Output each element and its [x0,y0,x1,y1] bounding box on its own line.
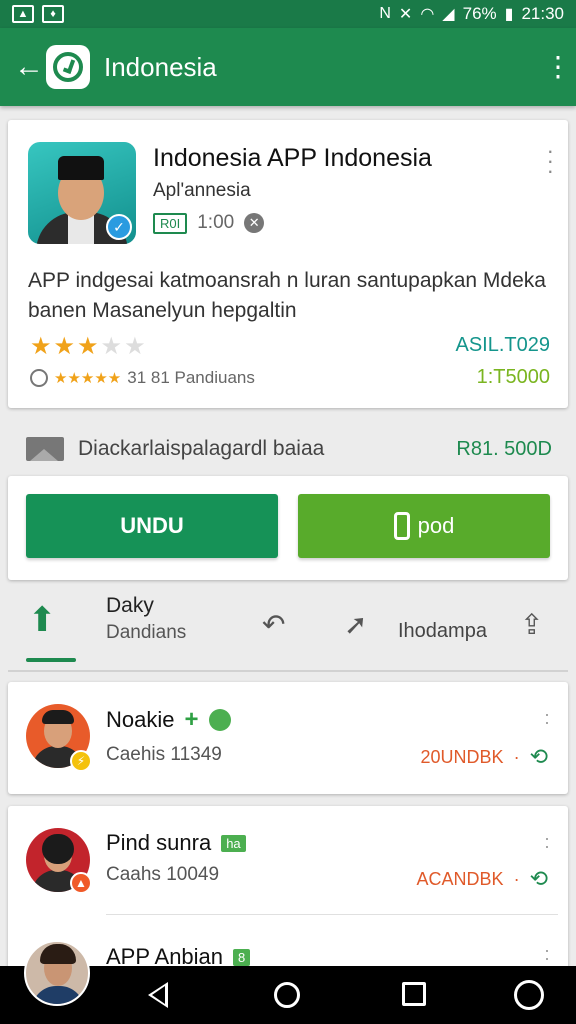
dot-separator-icon: · [513,746,520,767]
app-info-card: ✓ Indonesia APP Indonesia Apl'annesia R0… [8,120,568,408]
overflow-menu-icon[interactable]: ⋮ [544,53,572,81]
user-status[interactable]: ACANDBK · ⟲ [417,866,548,892]
app-name: Indonesia APP Indonesia [153,144,432,172]
clock: 21:30 [521,4,564,23]
nav-back-icon[interactable] [148,982,168,1008]
vpn-icon: ♦ [42,5,64,23]
user-name: Pind sunra [106,830,212,855]
user-status-text: 20UNDBK [420,746,504,767]
toolbar: ← Indonesia ⋮ [0,28,576,106]
avatar[interactable] [24,940,90,1006]
thumbs-up-icon[interactable]: ⬆ [28,600,57,640]
status-right: N ✕ ◠ ◢ 76% ▮ 21:30 [379,4,564,24]
status-bar: ▲ ♦ N ✕ ◠ ◢ 76% ▮ 21:30 [0,0,576,28]
user-card[interactable]: ▲ Pind sunra ha Caahs 10049 ACANDBK · ⟲ … [8,806,568,982]
active-tab-indicator [26,658,76,662]
image-icon: ▲ [12,5,34,23]
promo-price: R81. 500D [456,437,552,460]
toolbar-title: Indonesia [104,51,217,82]
badge-icon: ▲ [70,872,92,894]
refresh-icon[interactable]: ⟲ [530,866,548,892]
nav-home-icon[interactable] [274,982,300,1008]
undu-button[interactable]: UNDU [26,494,278,558]
verified-badge-icon: ✓ [106,214,132,240]
refresh-icon[interactable]: ⟲ [530,744,548,770]
app-description: APP indgesai katmoansrah n luran santupa… [28,269,546,322]
user-subtitle: Caahs 10049 [106,864,220,885]
user-status[interactable]: 20UNDBK · ⟲ [421,744,548,770]
content-rating-row: R0I 1:00 ✕ [153,212,265,234]
action-label-secondary[interactable]: Dandians [106,622,186,644]
battery-text: 76% [462,4,497,23]
battery-icon: ▮ [504,6,514,23]
status-left: ▲ ♦ [12,5,64,23]
badge-icon: ⚡ [70,750,92,772]
user-status-text: ACANDBK [416,868,504,889]
list-divider [106,914,558,915]
user-name-row: Pind sunra ha [106,830,246,856]
action-buttons-card: UNDU pod [8,476,568,580]
assistant-icon[interactable] [514,980,544,1010]
reviews-text: 31 81 Pandiuans [127,368,255,387]
app-size: 1:00 [197,212,235,233]
user-tag: ha [221,834,246,852]
nfc-icon: N [379,5,391,22]
clock-icon [30,369,48,387]
signal-icon: ◢ [442,6,455,23]
undo-icon[interactable]: ↶ [262,608,285,641]
user-subtitle: Caehis 11349 [106,744,222,765]
action-label-tertiary[interactable]: Ihodampa [398,620,487,643]
back-arrow-icon[interactable]: ← [14,50,44,84]
wifi-icon: ◠ [420,6,435,23]
app-icon[interactable]: ✓ [28,142,136,244]
card-menu-icon[interactable]: · · · [547,140,554,182]
user-menu-icon[interactable]: · · [544,829,550,855]
promo-strip[interactable]: Diackarlaispalagardl baiaa R81. 500D [26,432,552,466]
developer-name[interactable]: Apl'annesia [153,180,251,202]
user-name: Noakie [106,707,175,732]
user-menu-icon[interactable]: · · [544,941,550,967]
user-card[interactable]: ⚡ Noakie + Caehis 11349 20UNDBK · ⟲ · · [8,682,568,794]
section-divider [8,670,568,672]
actions-row: ⬆ Daky Dandians ↶ ➚ Ihodampa ⇪ [0,586,576,664]
forward-icon[interactable]: ➚ [344,608,367,641]
user-tag: 8 [233,948,251,966]
user-menu-icon[interactable]: · · [544,705,550,731]
share-icon[interactable]: ⇪ [520,608,543,641]
age-rating-badge: R0I [153,212,188,234]
pod-button-label: pod [417,513,455,538]
app-logo-icon [46,45,90,89]
pod-button[interactable]: pod [298,494,550,558]
rating-stars: ★★★★★ [30,333,148,360]
phone-icon [393,512,410,540]
nav-recents-icon[interactable] [402,982,426,1006]
mini-stars-icon: ★★★★★ [54,370,122,387]
info-icon[interactable]: ✕ [244,213,265,233]
action-label-primary: Daky [106,594,154,617]
bluetooth-icon: ✕ [398,6,413,23]
plus-icon: + [184,706,199,733]
dot-separator-icon: · [513,868,520,889]
promo-text: Diackarlaispalagardl baiaa [78,437,325,460]
online-status-icon [208,709,231,731]
price-bottom: 1:T5000 [476,366,550,388]
price-top: ASIL.T029 [455,334,550,356]
reviews-row: ★★★★★ 31 81 Pandiuans [30,368,255,388]
user-name-row: Noakie + [106,706,231,734]
image-icon [26,437,64,461]
